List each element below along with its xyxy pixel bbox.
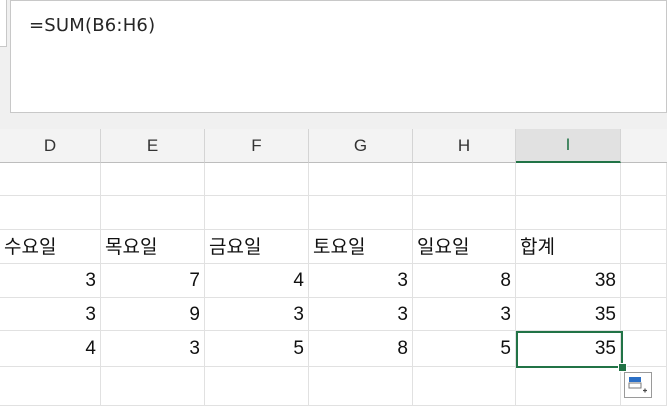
data-cell[interactable]: 3 (101, 331, 205, 367)
header-cell[interactable]: 합계 (516, 230, 621, 264)
quick-analysis-icon[interactable] (624, 372, 652, 398)
data-cell[interactable]: 3 (0, 264, 101, 298)
data-cell[interactable]: 8 (309, 331, 413, 367)
data-cell[interactable] (205, 163, 309, 196)
data-cell[interactable]: 3 (413, 298, 516, 331)
column-header-next[interactable] (621, 129, 667, 163)
column-header-i[interactable]: I (516, 129, 621, 163)
data-cell[interactable]: 38 (516, 264, 621, 298)
data-cell[interactable] (516, 367, 621, 406)
header-cell[interactable]: 금요일 (205, 230, 309, 264)
data-cell[interactable] (413, 367, 516, 406)
data-cell[interactable]: 5 (413, 331, 516, 367)
name-box[interactable] (0, 0, 7, 47)
header-cell[interactable]: 토요일 (309, 230, 413, 264)
data-cell[interactable]: 5 (205, 331, 309, 367)
data-cell[interactable] (621, 196, 667, 230)
data-cell[interactable] (101, 367, 205, 406)
data-cell[interactable]: 3 (309, 264, 413, 298)
data-cell[interactable] (621, 298, 667, 331)
data-cell[interactable] (0, 367, 101, 406)
data-cell[interactable] (309, 196, 413, 230)
column-header-e[interactable]: E (101, 129, 205, 163)
header-cell[interactable] (621, 230, 667, 264)
data-cell[interactable]: 3 (309, 298, 413, 331)
data-cell[interactable] (0, 163, 101, 196)
worksheet-grid[interactable]: 수요일 목요일 금요일 토요일 일요일 합계 3 7 4 3 8 38 3 9 3 3 3 35 4 3 5 8 5 35 (0, 163, 667, 406)
data-cell[interactable] (413, 163, 516, 196)
column-header-h[interactable]: H (413, 129, 516, 163)
header-cell[interactable]: 일요일 (413, 230, 516, 264)
data-cell[interactable]: 35 (516, 331, 621, 367)
data-cell[interactable] (205, 367, 309, 406)
data-cell[interactable] (516, 196, 621, 230)
data-cell[interactable] (621, 331, 667, 367)
data-cell[interactable]: 7 (101, 264, 205, 298)
data-cell[interactable] (621, 163, 667, 196)
data-cell[interactable] (0, 196, 101, 230)
data-cell[interactable] (101, 196, 205, 230)
header-cell[interactable]: 수요일 (0, 230, 101, 264)
column-header-f[interactable]: F (205, 129, 309, 163)
formula-text[interactable]: =SUM(B6:H6) (29, 15, 155, 36)
data-cell[interactable]: 3 (0, 298, 101, 331)
column-header-g[interactable]: G (309, 129, 413, 163)
data-cell[interactable]: 35 (516, 298, 621, 331)
data-cell[interactable] (516, 163, 621, 196)
data-cell[interactable] (309, 367, 413, 406)
data-cell[interactable]: 4 (205, 264, 309, 298)
data-cell[interactable] (413, 196, 516, 230)
data-cell[interactable] (205, 196, 309, 230)
fill-handle[interactable] (618, 363, 627, 372)
formula-bar[interactable]: =SUM(B6:H6) (10, 0, 667, 113)
column-header-d[interactable]: D (0, 129, 101, 163)
data-cell[interactable]: 4 (0, 331, 101, 367)
header-cell[interactable]: 목요일 (101, 230, 205, 264)
data-cell[interactable] (101, 163, 205, 196)
data-cell[interactable]: 8 (413, 264, 516, 298)
data-cell[interactable]: 3 (205, 298, 309, 331)
data-cell[interactable] (309, 163, 413, 196)
data-cell[interactable]: 9 (101, 298, 205, 331)
data-cell[interactable] (621, 264, 667, 298)
